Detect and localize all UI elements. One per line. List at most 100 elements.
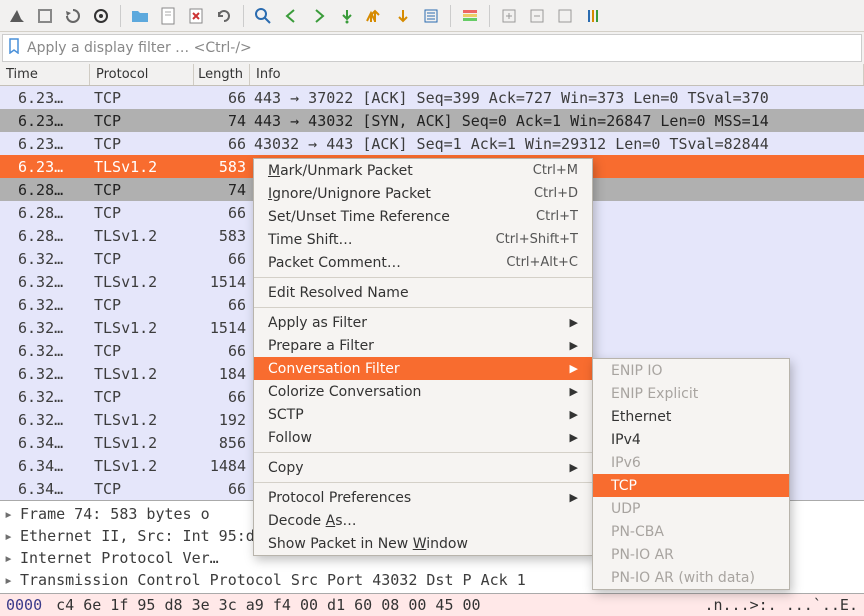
cell-protocol: TLSv1.2 <box>90 156 194 178</box>
menu-shortcut: Ctrl+D <box>534 186 578 201</box>
save-icon[interactable] <box>155 3 181 29</box>
cell-length: 66 <box>194 294 250 316</box>
display-filter-input[interactable]: Apply a display filter … <Ctrl-/> <box>27 40 857 56</box>
cell-length: 1484 <box>194 455 250 477</box>
column-header-length[interactable]: Length <box>194 64 250 85</box>
expand-triangle-icon[interactable]: ▸ <box>4 547 16 569</box>
menu-item[interactable]: Decode As… <box>254 509 592 532</box>
menu-item[interactable]: Colorize Conversation ▶ <box>254 380 592 403</box>
column-header-info[interactable]: Info <box>250 64 864 85</box>
expand-triangle-icon[interactable]: ▸ <box>4 569 16 591</box>
options-icon[interactable] <box>88 3 114 29</box>
go-first-icon[interactable] <box>362 3 388 29</box>
shark-fin-icon[interactable] <box>4 3 30 29</box>
reload-icon[interactable] <box>211 3 237 29</box>
cell-protocol: TLSv1.2 <box>90 455 194 477</box>
menu-item-label: Protocol Preferences <box>268 490 411 506</box>
submenu-item-label: PN-CBA <box>611 524 664 540</box>
menu-item[interactable]: Packet Comment…Ctrl+Alt+C <box>254 251 592 274</box>
cell-protocol: TCP <box>90 87 194 109</box>
menu-shortcut: Ctrl+Alt+C <box>506 255 578 270</box>
menu-item[interactable]: SCTP ▶ <box>254 403 592 426</box>
submenu-arrow-icon: ▶ <box>570 461 578 474</box>
menu-item[interactable]: Set/Unset Time ReferenceCtrl+T <box>254 205 592 228</box>
open-folder-icon[interactable] <box>127 3 153 29</box>
menu-item-label: Edit Resolved Name <box>268 285 409 301</box>
colorize-icon[interactable] <box>457 3 483 29</box>
go-back-icon[interactable] <box>278 3 304 29</box>
menu-shortcut: Ctrl+T <box>536 209 578 224</box>
cell-protocol: TLSv1.2 <box>90 409 194 431</box>
stop-icon[interactable] <box>32 3 58 29</box>
menu-item[interactable]: Time Shift…Ctrl+Shift+T <box>254 228 592 251</box>
close-file-icon[interactable] <box>183 3 209 29</box>
expand-triangle-icon[interactable]: ▸ <box>4 503 16 525</box>
cell-length: 856 <box>194 432 250 454</box>
submenu-item[interactable]: IPv4 <box>593 428 789 451</box>
menu-shortcut: Ctrl+Shift+T <box>496 232 578 247</box>
menu-item-label: Copy <box>268 460 304 476</box>
packet-row[interactable]: 6.23…TCP74443 → 43032 [SYN, ACK] Seq=0 A… <box>0 109 864 132</box>
submenu-item-label: IPv6 <box>611 455 641 471</box>
menu-item-label: Decode As… <box>268 513 356 529</box>
zoom-out-icon[interactable] <box>524 3 550 29</box>
column-header-protocol[interactable]: Protocol <box>90 64 194 85</box>
menu-item[interactable]: Ignore/Unignore Packet Ctrl+D <box>254 182 592 205</box>
expand-triangle-icon[interactable]: ▸ <box>4 525 16 547</box>
column-header-time[interactable]: Time <box>0 64 90 85</box>
submenu-item[interactable]: TCP <box>593 474 789 497</box>
restart-icon[interactable] <box>60 3 86 29</box>
conversation-filter-submenu: ENIP IOENIP ExplicitEthernetIPv4IPv6TCPU… <box>592 358 790 590</box>
menu-item[interactable]: Copy ▶ <box>254 456 592 479</box>
cell-protocol: TCP <box>90 294 194 316</box>
menu-separator <box>254 277 592 278</box>
zoom-in-icon[interactable] <box>496 3 522 29</box>
menu-item-label: Ignore/Unignore Packet <box>268 186 431 202</box>
packet-row[interactable]: 6.23…TCP66443 → 37022 [ACK] Seq=399 Ack=… <box>0 86 864 109</box>
cell-time: 6.32… <box>0 409 90 431</box>
cell-time: 6.32… <box>0 363 90 385</box>
submenu-item: ENIP IO <box>593 359 789 382</box>
cell-protocol: TCP <box>90 110 194 132</box>
submenu-arrow-icon: ▶ <box>570 316 578 329</box>
menu-item[interactable]: Prepare a Filter▶ <box>254 334 592 357</box>
menu-item[interactable]: Edit Resolved Name <box>254 281 592 304</box>
cell-length: 66 <box>194 386 250 408</box>
packet-bytes-pane[interactable]: 0000 c4 6e 1f 95 d8 3e 3c a9 f4 00 d1 60… <box>0 593 864 616</box>
menu-item[interactable]: Conversation Filter▶ <box>254 357 592 380</box>
zoom-reset-icon[interactable] <box>552 3 578 29</box>
cell-length: 1514 <box>194 317 250 339</box>
menu-item-label: Show Packet in New Window <box>268 536 468 552</box>
menu-item-label: SCTP <box>268 407 304 423</box>
go-to-packet-icon[interactable] <box>334 3 360 29</box>
menu-item[interactable]: Protocol Preferences▶ <box>254 486 592 509</box>
resize-columns-icon[interactable] <box>580 3 606 29</box>
submenu-arrow-icon: ▶ <box>570 385 578 398</box>
menu-shortcut: Ctrl+M <box>533 163 578 178</box>
auto-scroll-icon[interactable] <box>418 3 444 29</box>
packet-row[interactable]: 6.23…TCP6643032 → 443 [ACK] Seq=1 Ack=1 … <box>0 132 864 155</box>
submenu-arrow-icon: ▶ <box>570 408 578 421</box>
cell-info: 443 → 37022 [ACK] Seq=399 Ack=727 Win=37… <box>250 87 864 109</box>
toolbar-separator <box>489 5 490 27</box>
packet-context-menu: Mark/Unmark PacketCtrl+MIgnore/Unignore … <box>253 158 593 556</box>
menu-item-label: Colorize Conversation <box>268 384 421 400</box>
menu-item[interactable]: Mark/Unmark PacketCtrl+M <box>254 159 592 182</box>
menu-item[interactable]: Show Packet in New Window <box>254 532 592 555</box>
cell-time: 6.23… <box>0 87 90 109</box>
display-filter-bar[interactable]: Apply a display filter … <Ctrl-/> <box>2 34 862 62</box>
submenu-item: PN-IO AR <box>593 543 789 566</box>
menu-item[interactable]: Apply as Filter▶ <box>254 311 592 334</box>
submenu-item-label: IPv4 <box>611 432 641 448</box>
go-last-icon[interactable] <box>390 3 416 29</box>
cell-time: 6.32… <box>0 317 90 339</box>
bookmark-icon[interactable] <box>7 38 21 58</box>
cell-protocol: TLSv1.2 <box>90 363 194 385</box>
submenu-arrow-icon: ▶ <box>570 339 578 352</box>
menu-item[interactable]: Follow▶ <box>254 426 592 449</box>
hex-bytes: c4 6e 1f 95 d8 3e 3c a9 f4 00 d1 60 08 0… <box>56 596 690 614</box>
go-forward-icon[interactable] <box>306 3 332 29</box>
find-packet-icon[interactable] <box>250 3 276 29</box>
submenu-item[interactable]: Ethernet <box>593 405 789 428</box>
cell-length: 66 <box>194 87 250 109</box>
